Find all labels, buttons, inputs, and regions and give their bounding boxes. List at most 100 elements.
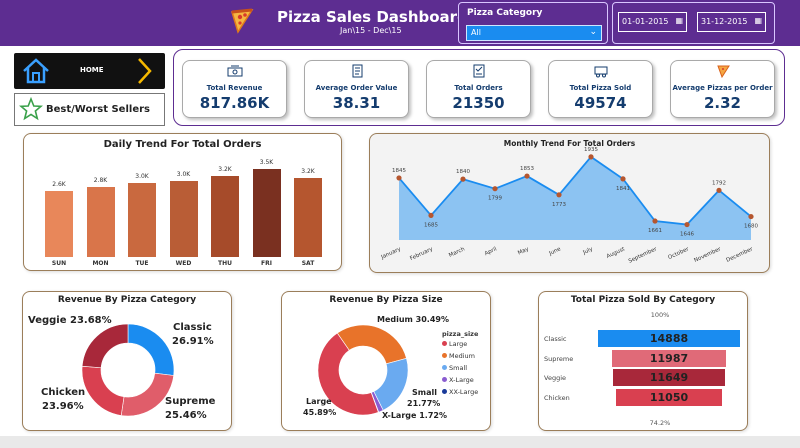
category-select-value: All [471,28,481,37]
home-button[interactable]: HOME [14,53,165,89]
legend-dot [442,353,447,358]
pie-label-large-pct: 45.89% [303,408,337,417]
monthly-value-label: 1680 [744,224,758,230]
month-label: July [581,246,594,256]
month-label: February [409,246,434,262]
pie-label-chicken-pct: 23.96% [42,401,84,412]
legend-item[interactable]: Small [442,364,467,372]
monthly-point [748,213,754,220]
legend-label: X-Large [449,376,474,384]
legend-dot [442,377,447,382]
money-icon [227,65,243,77]
chart-title: Daily Trend For Total Orders [103,139,262,150]
legend-label: XX-Large [449,388,479,396]
date-from-input[interactable]: 01-01-2015 ▦ [618,12,687,32]
monthly-value-label: 1841 [616,186,630,192]
legend-item[interactable]: Large [442,340,467,348]
pie-label-classic-name: Classic [173,322,212,333]
kpi-value: 38.31 [332,94,381,112]
daily-category-label: WED [175,260,192,267]
kpi-value: 21350 [452,94,505,112]
kpi-label: Average Pizzas per Order [672,84,773,92]
legend-item[interactable]: X-Large [442,376,474,384]
legend-dot [442,341,447,346]
best-worst-sellers-button[interactable]: Best/Worst Sellers [14,93,165,126]
funnel-category-label: Supreme [544,354,574,363]
daily-bar [86,187,115,257]
kpi-label: Average Order Value [315,84,398,92]
month-label: December [725,246,754,264]
daily-category-label: FRI [261,260,272,267]
monthly-value-label: 1845 [392,168,406,174]
monthly-value-label: 1799 [488,196,502,202]
daily-bar-label: 3.5K [259,158,274,166]
monthly-value-label: 1792 [712,180,726,186]
daily-category-label: SAT [301,260,315,267]
month-label: September [628,246,659,265]
pie-label-veggie: Veggie 23.68% [28,315,112,326]
month-label: May [517,246,531,257]
monthly-point [652,218,658,224]
month-label: October [667,246,690,261]
date-to-value: 31-12-2015 [701,17,748,26]
daily-bar-label: 2.8K [93,177,108,185]
category-slice [81,323,129,369]
funnel-category-label: Classic [544,335,567,343]
category-filter: Pizza Category All ⌄ [458,2,608,44]
daily-bar-label: 3.2K [218,166,232,174]
size-slice [336,324,407,365]
monthly-point [588,154,594,160]
month-label: June [548,246,563,257]
monthly-point [428,212,434,219]
monthly-point [556,192,562,198]
pie-label-xlarge: X-Large 1.72% [382,411,447,420]
date-from-value: 01-01-2015 [622,17,669,26]
kpi-card-total-revenue: Total Revenue 817.86K [182,60,287,118]
star-icon [19,97,43,121]
category-select[interactable]: All ⌄ [466,25,602,41]
daily-bar-label: 3.2K [301,168,315,176]
home-icon [23,58,49,84]
calendar-icon[interactable]: ▦ [675,16,683,25]
month-label: January [379,246,402,261]
page-subtitle: Jan\15 - Dec\15 [340,26,402,35]
funnel-value: 11050 [649,390,689,404]
kpi-value: 49574 [574,94,627,112]
monthly-value-label: 1646 [680,232,694,238]
bottom-strip [0,436,800,448]
kpi-label: Total Orders [454,84,503,92]
month-label: March [448,246,466,259]
daily-bar [45,191,73,257]
monthly-point [396,175,402,181]
funnel-category-label: Chicken [544,393,570,402]
legend-label: Small [449,364,468,372]
date-to-input[interactable]: 31-12-2015 ▦ [697,12,766,32]
pie-label-large-name: Large [306,397,332,406]
funnel-top-pct: 100% [650,311,670,319]
category-filter-label: Pizza Category [467,8,543,18]
monthly-point [716,187,722,193]
pie-label-chicken-name: Chicken [41,387,86,398]
daily-bar-label: 3.0K [176,171,191,179]
calendar-icon[interactable]: ▦ [754,16,762,25]
pizza-slice-icon [717,65,730,78]
daily-category-label: SUN [51,260,67,267]
category-slice [127,323,175,376]
chevron-right-icon [138,58,152,84]
chart-title: Total Pizza Sold By Category [570,295,716,305]
pie-label-small-pct: 21.77% [407,399,441,408]
legend-item[interactable]: XX-Large [442,388,478,396]
daily-bar-label: 2.6K [52,181,66,189]
receipt-icon [352,64,363,78]
kpi-value: 2.32 [703,94,741,112]
daily-bar-label: 3.0K [135,172,149,180]
legend-label: Medium [449,352,475,360]
monthly-value-label: 1840 [456,169,470,175]
pie-label-supreme-name: Supreme [165,396,216,407]
orders-icon [473,64,485,78]
legend-item[interactable]: Medium [442,352,475,360]
funnel-value: 11649 [649,371,689,384]
monthly-point [620,176,626,182]
funnel-value: 14888 [649,332,689,345]
page-title: Pizza Sales Dashboard [277,8,468,26]
